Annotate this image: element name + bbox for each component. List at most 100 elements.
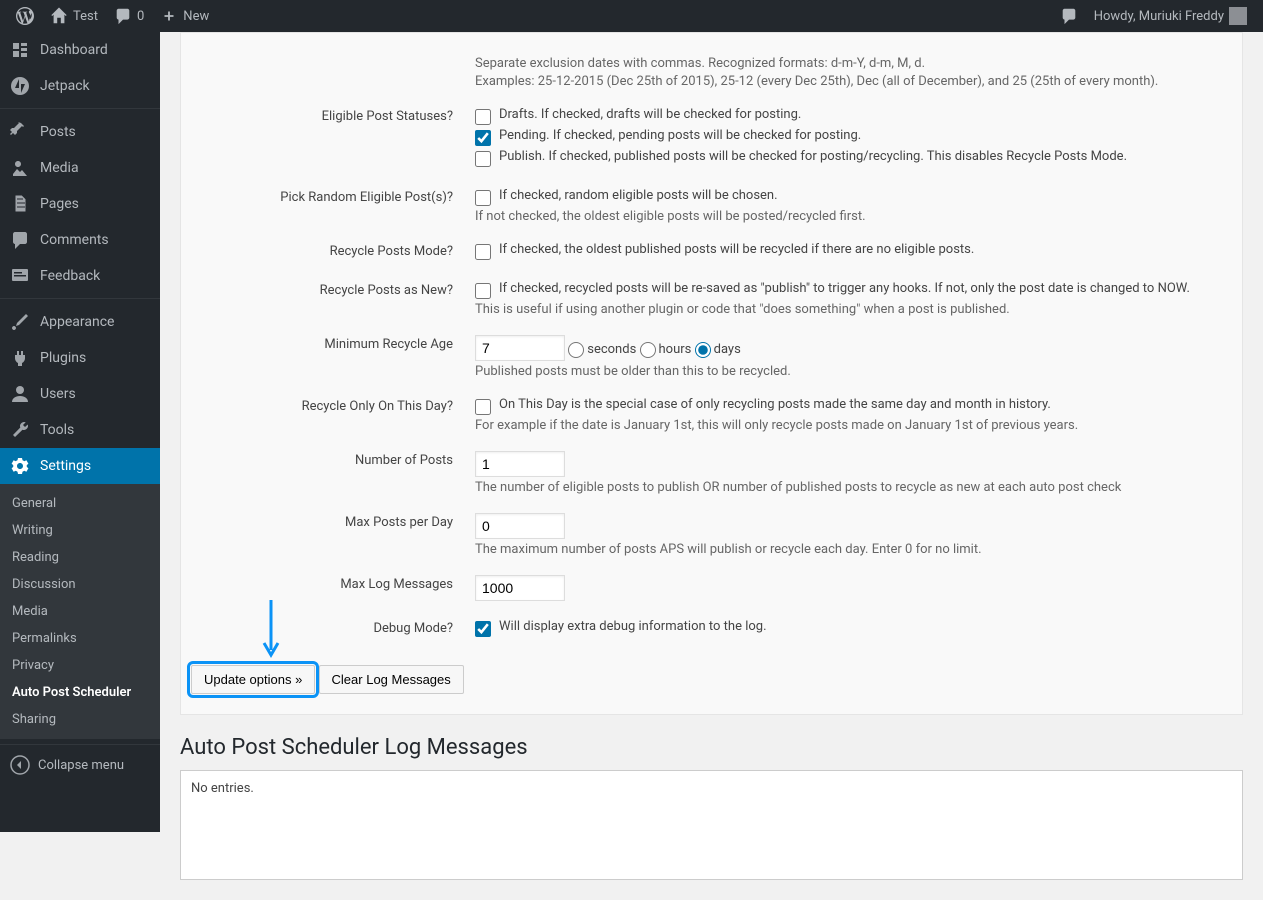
exclusion-help-1: Separate exclusion dates with commas. Re… <box>475 56 1220 71</box>
page-icon <box>10 194 30 214</box>
recycle-day-desc: For example if the date is January 1st, … <box>475 418 1220 433</box>
home-icon <box>50 7 68 25</box>
recycle-mode-label: Recycle Posts Mode? <box>193 234 463 271</box>
settings-submenu: General Writing Reading Discussion Media… <box>0 484 160 739</box>
max-log-label: Max Log Messages <box>193 567 463 609</box>
bell-icon <box>1060 7 1078 25</box>
debug-text: Will display extra debug information to … <box>499 619 767 634</box>
notifications-item[interactable] <box>1052 0 1086 32</box>
menu-settings[interactable]: Settings <box>0 448 160 484</box>
min-recycle-input[interactable] <box>475 335 565 361</box>
wordpress-icon <box>16 7 34 25</box>
sub-auto-post-scheduler[interactable]: Auto Post Scheduler <box>0 679 160 706</box>
user-avatar <box>1229 7 1247 25</box>
eligible-label: Eligible Post Statuses? <box>193 99 463 178</box>
settings-icon <box>10 456 30 476</box>
log-title: Auto Post Scheduler Log Messages <box>180 735 1243 760</box>
min-recycle-label: Minimum Recycle Age <box>193 327 463 387</box>
debug-checkbox[interactable] <box>475 621 491 637</box>
hours-radio[interactable] <box>640 342 656 358</box>
max-day-desc: The maximum number of posts APS will pub… <box>475 542 1220 557</box>
sub-general[interactable]: General <box>0 490 160 517</box>
days-radio[interactable] <box>695 342 711 358</box>
recycle-day-label: Recycle Only On This Day? <box>193 389 463 441</box>
debug-label: Debug Mode? <box>193 611 463 648</box>
menu-jetpack[interactable]: Jetpack <box>0 68 160 104</box>
new-item[interactable]: New <box>152 0 217 32</box>
publish-label: Publish. If checked, published posts wil… <box>499 149 1127 164</box>
user-icon <box>10 384 30 404</box>
settings-panel: Separate exclusion dates with commas. Re… <box>180 32 1243 715</box>
brush-icon <box>10 312 30 332</box>
collapse-icon <box>10 755 30 775</box>
num-posts-desc: The number of eligible posts to publish … <box>475 480 1220 495</box>
exclusion-help-2: Examples: 25-12-2015 (Dec 25th of 2015),… <box>475 74 1220 89</box>
seconds-radio[interactable] <box>568 342 584 358</box>
comments-item[interactable]: 0 <box>106 0 152 32</box>
menu-dashboard[interactable]: Dashboard <box>0 32 160 68</box>
max-day-input[interactable] <box>475 513 565 539</box>
media-icon <box>10 158 30 178</box>
comments-count: 0 <box>137 9 144 24</box>
site-name-item[interactable]: Test <box>42 0 106 32</box>
menu-appearance[interactable]: Appearance <box>0 304 160 340</box>
menu-users[interactable]: Users <box>0 376 160 412</box>
howdy-item[interactable]: Howdy, Muriuki Freddy <box>1086 0 1255 32</box>
wrench-icon <box>10 420 30 440</box>
admin-sidebar: Dashboard Jetpack Posts Media Pages Comm… <box>0 32 160 832</box>
wp-logo-item[interactable] <box>8 0 42 32</box>
menu-posts[interactable]: Posts <box>0 114 160 150</box>
recycle-new-desc: This is useful if using another plugin o… <box>475 302 1220 317</box>
min-recycle-desc: Published posts must be older than this … <box>475 364 1220 379</box>
menu-pages[interactable]: Pages <box>0 186 160 222</box>
clear-log-button[interactable]: Clear Log Messages <box>319 665 464 694</box>
recycle-day-text: On This Day is the special case of only … <box>499 397 1051 412</box>
menu-comments[interactable]: Comments <box>0 222 160 258</box>
menu-feedback[interactable]: Feedback <box>0 258 160 294</box>
comment-icon <box>114 7 132 25</box>
max-log-input[interactable] <box>475 575 565 601</box>
random-desc: If not checked, the oldest eligible post… <box>475 209 1220 224</box>
random-text: If checked, random eligible posts will b… <box>499 188 778 203</box>
log-empty-text: No entries. <box>191 781 254 796</box>
recycle-new-label: Recycle Posts as New? <box>193 273 463 325</box>
sub-writing[interactable]: Writing <box>0 517 160 544</box>
num-posts-label: Number of Posts <box>193 443 463 503</box>
sub-privacy[interactable]: Privacy <box>0 652 160 679</box>
site-name: Test <box>73 9 98 24</box>
new-label: New <box>183 9 209 24</box>
admin-toolbar: Test 0 New Howdy, Muriuki Freddy <box>0 0 1263 32</box>
settings-form-table: Separate exclusion dates with commas. Re… <box>191 43 1232 650</box>
num-posts-input[interactable] <box>475 451 565 477</box>
log-box: No entries. <box>180 770 1243 880</box>
update-options-button[interactable]: Update options » <box>191 665 315 694</box>
random-label: Pick Random Eligible Post(s)? <box>193 180 463 232</box>
menu-plugins[interactable]: Plugins <box>0 340 160 376</box>
publish-checkbox[interactable] <box>475 151 491 167</box>
plus-icon <box>160 7 178 25</box>
sub-media[interactable]: Media <box>0 598 160 625</box>
sub-sharing[interactable]: Sharing <box>0 706 160 733</box>
comments-icon <box>10 230 30 250</box>
drafts-label: Drafts. If checked, drafts will be check… <box>499 107 801 122</box>
pending-checkbox[interactable] <box>475 130 491 146</box>
recycle-new-checkbox[interactable] <box>475 283 491 299</box>
collapse-menu[interactable]: Collapse menu <box>0 744 160 785</box>
recycle-mode-text: If checked, the oldest published posts w… <box>499 242 974 257</box>
random-checkbox[interactable] <box>475 190 491 206</box>
sub-discussion[interactable]: Discussion <box>0 571 160 598</box>
jetpack-icon <box>10 76 30 96</box>
max-day-label: Max Posts per Day <box>193 505 463 565</box>
drafts-checkbox[interactable] <box>475 109 491 125</box>
recycle-mode-checkbox[interactable] <box>475 244 491 260</box>
plugin-icon <box>10 348 30 368</box>
recycle-day-checkbox[interactable] <box>475 399 491 415</box>
recycle-new-text: If checked, recycled posts will be re-sa… <box>499 281 1190 296</box>
sub-permalinks[interactable]: Permalinks <box>0 625 160 652</box>
menu-tools[interactable]: Tools <box>0 412 160 448</box>
sub-reading[interactable]: Reading <box>0 544 160 571</box>
pending-label: Pending. If checked, pending posts will … <box>499 128 861 143</box>
menu-media[interactable]: Media <box>0 150 160 186</box>
pin-icon <box>10 122 30 142</box>
dashboard-icon <box>10 40 30 60</box>
